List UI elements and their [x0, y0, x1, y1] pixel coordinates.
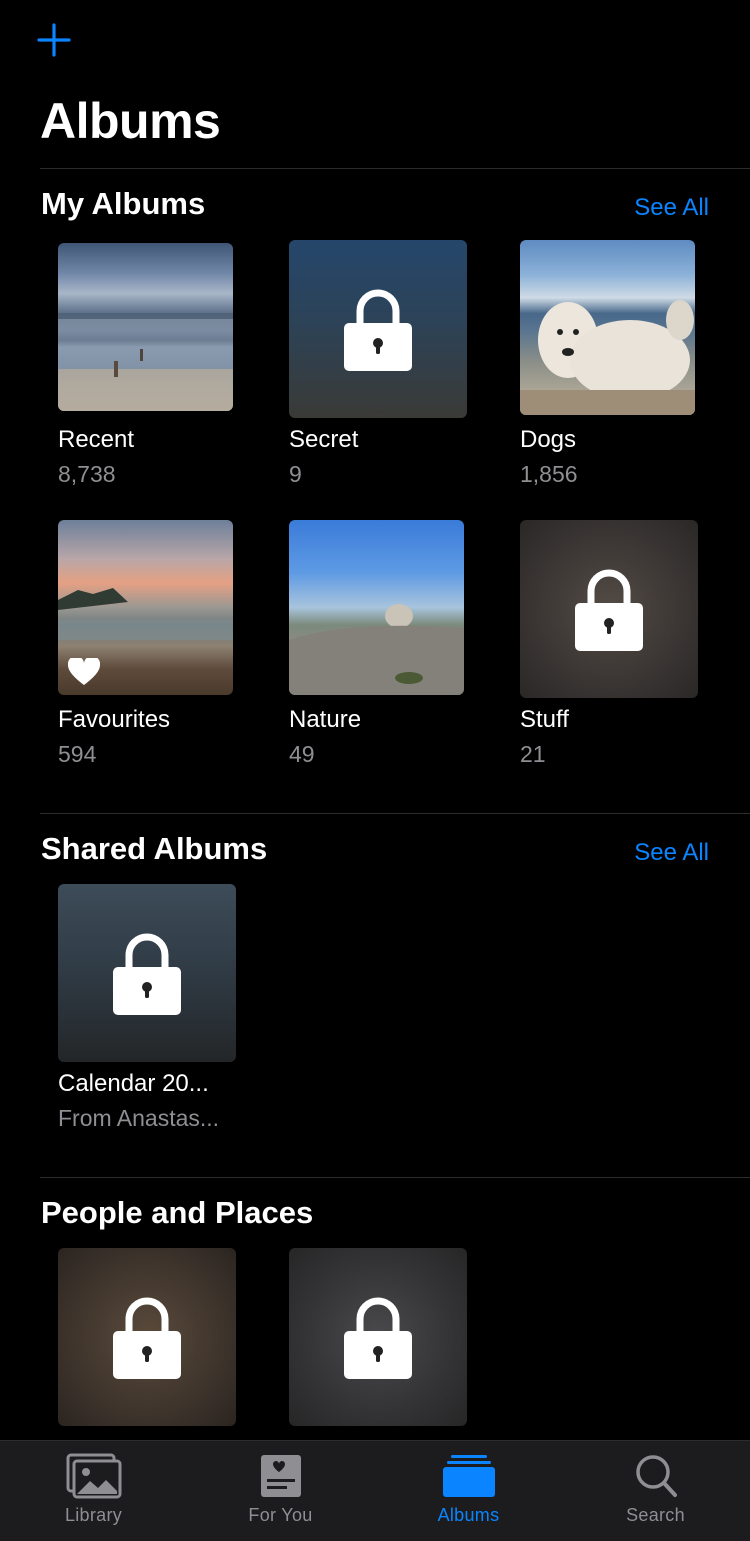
heart-icon: [68, 658, 100, 685]
for-you-icon: [260, 1455, 301, 1497]
tab-bar: Library For You Albums Search: [0, 1440, 750, 1541]
lock-icon: [575, 569, 643, 651]
tab-label: For You: [248, 1505, 313, 1525]
album-name: Calendar 20...: [58, 1070, 209, 1097]
dog-photo-icon: [520, 300, 695, 415]
photo-library-icon: [66, 1453, 121, 1499]
lock-icon: [344, 289, 412, 371]
album-count: 594: [58, 741, 97, 767]
my-albums-title: My Albums: [41, 186, 206, 221]
tab-library[interactable]: Library: [0, 1441, 187, 1541]
album-thumbnail-nature: [289, 520, 464, 695]
lock-icon: [344, 1297, 412, 1379]
beach-photo-icon: [58, 313, 233, 411]
plus-icon: [37, 23, 71, 57]
albums-icon: [442, 1455, 495, 1497]
album-name: Stuff: [520, 706, 569, 733]
album-thumbnail-favourites: [58, 520, 233, 695]
lock-icon: [113, 933, 181, 1015]
album-count: 49: [289, 741, 315, 767]
rocks-photo-icon: [289, 604, 464, 695]
page-title: Albums: [40, 93, 221, 149]
album-thumbnail-stuff: [520, 520, 698, 698]
albums-screen: Albums My Albums See All Recent 8,738 Se…: [0, 0, 750, 1541]
album-favourites[interactable]: Favourites 594: [58, 520, 240, 770]
tab-for-you[interactable]: For You: [187, 1441, 374, 1541]
album-count: 1,856: [520, 461, 578, 487]
album-nature[interactable]: Nature 49: [289, 520, 471, 770]
album-places[interactable]: [289, 1248, 471, 1438]
album-secret[interactable]: Secret 9: [289, 240, 471, 490]
section-divider: [40, 813, 750, 814]
album-count: 9: [289, 461, 302, 487]
album-name: Dogs: [520, 426, 577, 453]
title-divider: [40, 168, 750, 169]
search-icon: [635, 1455, 677, 1497]
tab-label: Albums: [437, 1505, 500, 1525]
album-stuff[interactable]: Stuff 21: [520, 520, 702, 770]
lock-icon: [113, 1297, 181, 1379]
tab-label: Search: [626, 1505, 685, 1525]
album-name: Recent: [58, 426, 135, 453]
section-divider: [40, 1177, 750, 1178]
album-thumbnail-people: [58, 1248, 236, 1426]
album-name: Nature: [289, 706, 362, 733]
album-thumbnail-dogs: [520, 240, 695, 415]
album-thumbnail-calendar: [58, 884, 236, 1062]
people-places-title: People and Places: [41, 1195, 314, 1230]
shared-albums-title: Shared Albums: [41, 831, 268, 866]
tab-label: Library: [64, 1505, 123, 1525]
album-name: Secret: [289, 426, 359, 453]
my-albums-see-all-button[interactable]: See All: [634, 192, 709, 224]
shared-albums-see-all-button[interactable]: See All: [634, 837, 709, 869]
album-thumbnail-places: [289, 1248, 467, 1426]
album-people[interactable]: [58, 1248, 240, 1438]
tab-search[interactable]: Search: [562, 1441, 749, 1541]
album-name: Favourites: [58, 706, 171, 733]
add-album-button[interactable]: [36, 22, 72, 58]
album-dogs[interactable]: Dogs 1,856: [520, 240, 702, 490]
album-thumbnail-recent: [58, 243, 233, 411]
album-recent[interactable]: Recent 8,738: [58, 240, 240, 490]
album-count: 8,738: [58, 461, 116, 487]
album-count: 21: [520, 741, 546, 767]
tab-albums[interactable]: Albums: [375, 1441, 562, 1541]
album-owner: From Anastas...: [58, 1105, 220, 1131]
album-thumbnail-secret: [289, 240, 467, 418]
album-calendar[interactable]: Calendar 20... From Anastas...: [58, 884, 240, 1134]
